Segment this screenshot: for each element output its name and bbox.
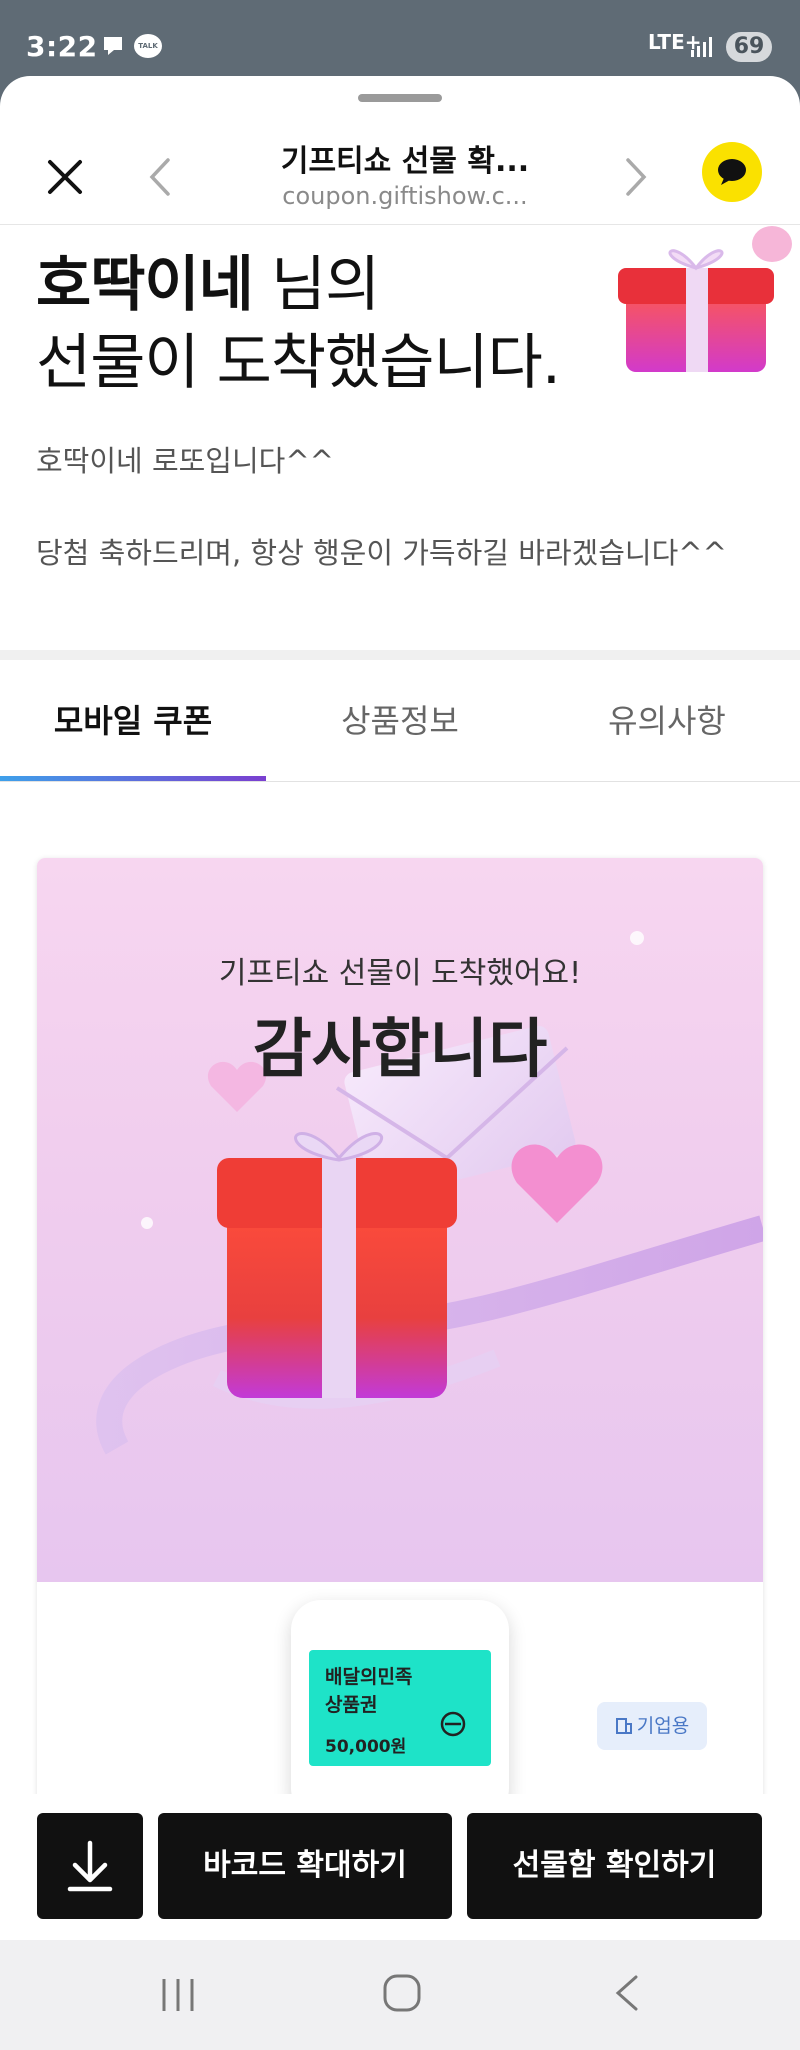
tab-divider [0,781,800,782]
tab-notice[interactable]: 유의사항 [534,696,800,742]
enlarge-barcode-button[interactable]: 바코드 확대하기 [158,1813,452,1919]
voucher-image: 배달의민족 상품권 50,000원 [309,1650,491,1766]
check-giftbox-button[interactable]: 선물함 확인하기 [467,1813,762,1919]
status-bar: 3:22 TALK LTE+ 69 [0,0,800,76]
status-time: 3:22 [26,30,98,63]
kakaotalk-icon [718,159,746,185]
back-arrow-icon[interactable] [146,156,176,198]
voucher-amount: 50,000원 [325,1737,407,1757]
message-line-1: 호딱이네 로또입니다^^ [36,444,334,478]
recipient-name: 호딱이네 [36,250,254,320]
heart-icon [511,1144,603,1223]
close-icon[interactable] [44,156,86,198]
message-line-2: 당첨 축하드리며, 항상 행운이 가득하길 바라겠습니다^^ [36,536,727,570]
voucher-brand: 배달의민족 [325,1666,413,1688]
system-back-icon[interactable] [612,1973,642,2013]
section-divider [0,650,800,660]
gift-box-icon [618,226,792,372]
coupon-card: 기프티쇼 선물이 도착했어요! 감사합니다 배달의민족 상품권 50,000원 … [37,858,763,1838]
kakaotalk-share-button[interactable] [702,142,762,202]
tab-product-info[interactable]: 상품정보 [267,696,533,742]
card-headline: 감사합니다 [252,1013,548,1087]
drag-handle[interactable] [358,94,442,102]
battery-indicator: 69 [726,32,772,62]
greeting-heading: 호딱이네 님의 선물이 도착했습니다. [36,246,561,402]
home-icon[interactable] [382,1973,422,2013]
card-subtitle: 기프티쇼 선물이 도착했어요! [218,956,582,991]
gift-illustration: 기프티쇼 선물이 도착했어요! 감사합니다 [37,858,763,1582]
recent-apps-icon[interactable] [158,1975,198,2015]
greeting-line2: 선물이 도착했습니다. [36,328,561,398]
bottom-sheet: 기프티쇼 선물 확... coupon.giftishow.c... 호딱이네 … [0,76,800,1940]
corporate-badge: 기업용 [597,1702,707,1750]
message-notification-icon [104,37,122,55]
greeting-suffix: 님의 [252,250,380,320]
building-icon [615,1718,632,1734]
tab-mobile-coupon[interactable]: 모바일 쿠폰 [0,696,266,742]
forward-arrow-icon[interactable] [620,156,650,198]
corporate-badge-label: 기업용 [636,1715,690,1737]
download-button[interactable] [37,1813,143,1919]
voucher-type: 상품권 [325,1694,378,1716]
header-divider [0,224,800,225]
talk-notification-icon: TALK [134,34,162,58]
download-icon [67,1840,113,1892]
won-symbol-icon [440,1711,466,1737]
page-url: coupon.giftishow.c... [282,182,528,210]
signal-icon [691,37,712,57]
system-nav-bar [0,1940,800,2050]
page-title: 기프티쇼 선물 확... [280,144,530,179]
